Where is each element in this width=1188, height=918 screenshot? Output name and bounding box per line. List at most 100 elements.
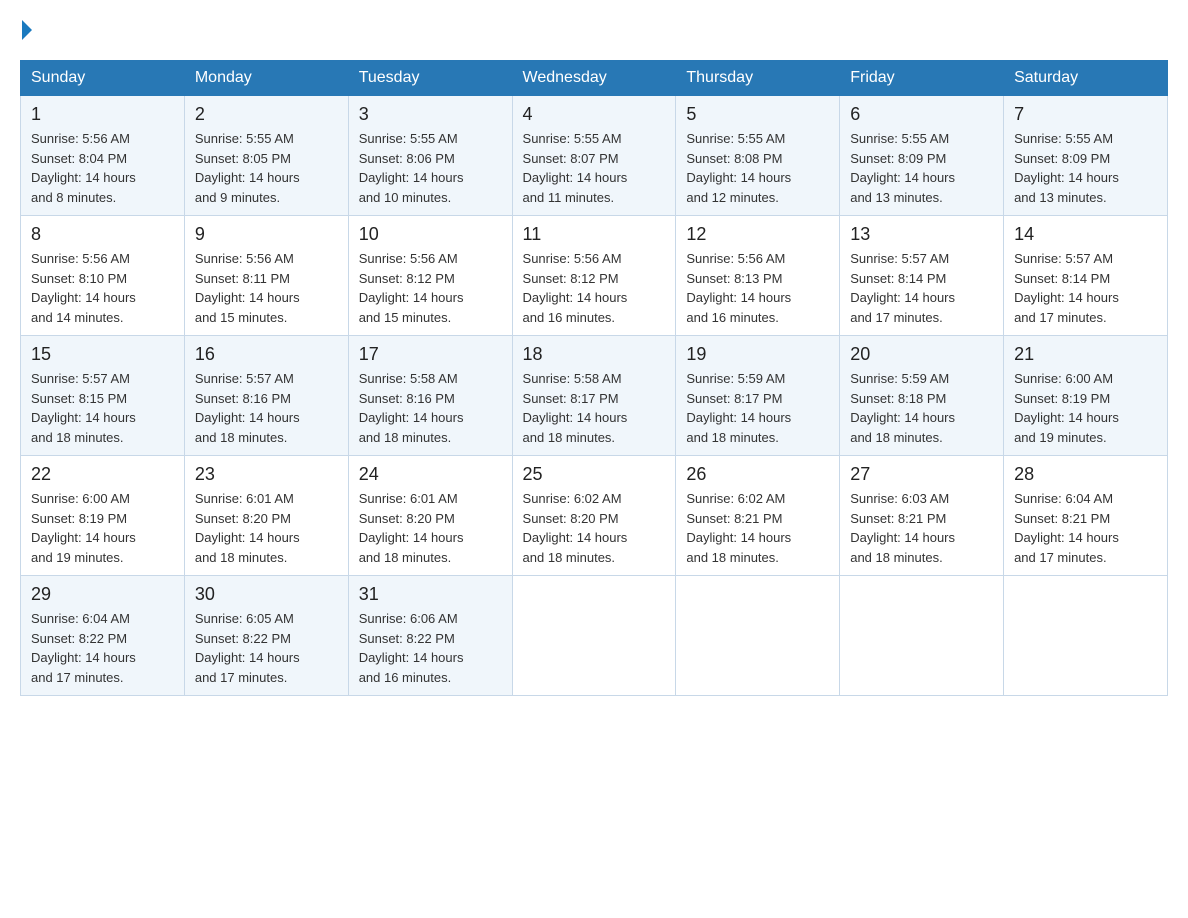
calendar-cell: 4 Sunrise: 5:55 AM Sunset: 8:07 PM Dayli… [512, 96, 676, 216]
calendar-cell: 17 Sunrise: 5:58 AM Sunset: 8:16 PM Dayl… [348, 336, 512, 456]
calendar-cell: 10 Sunrise: 5:56 AM Sunset: 8:12 PM Dayl… [348, 216, 512, 336]
calendar-cell: 2 Sunrise: 5:55 AM Sunset: 8:05 PM Dayli… [184, 96, 348, 216]
column-header-monday: Monday [184, 61, 348, 96]
day-number: 25 [523, 464, 666, 485]
day-number: 15 [31, 344, 174, 365]
calendar-cell: 27 Sunrise: 6:03 AM Sunset: 8:21 PM Dayl… [840, 456, 1004, 576]
day-number: 21 [1014, 344, 1157, 365]
day-info: Sunrise: 5:55 AM Sunset: 8:07 PM Dayligh… [523, 129, 666, 207]
day-number: 31 [359, 584, 502, 605]
day-number: 23 [195, 464, 338, 485]
calendar-cell: 12 Sunrise: 5:56 AM Sunset: 8:13 PM Dayl… [676, 216, 840, 336]
day-number: 9 [195, 224, 338, 245]
day-info: Sunrise: 6:04 AM Sunset: 8:22 PM Dayligh… [31, 609, 174, 687]
day-info: Sunrise: 5:55 AM Sunset: 8:09 PM Dayligh… [850, 129, 993, 207]
day-number: 29 [31, 584, 174, 605]
day-info: Sunrise: 5:57 AM Sunset: 8:16 PM Dayligh… [195, 369, 338, 447]
day-number: 27 [850, 464, 993, 485]
calendar-cell: 25 Sunrise: 6:02 AM Sunset: 8:20 PM Dayl… [512, 456, 676, 576]
day-number: 12 [686, 224, 829, 245]
calendar-cell: 7 Sunrise: 5:55 AM Sunset: 8:09 PM Dayli… [1004, 96, 1168, 216]
day-number: 20 [850, 344, 993, 365]
day-info: Sunrise: 5:58 AM Sunset: 8:17 PM Dayligh… [523, 369, 666, 447]
calendar-cell: 31 Sunrise: 6:06 AM Sunset: 8:22 PM Dayl… [348, 576, 512, 696]
calendar-cell: 19 Sunrise: 5:59 AM Sunset: 8:17 PM Dayl… [676, 336, 840, 456]
column-header-thursday: Thursday [676, 61, 840, 96]
calendar-cell: 22 Sunrise: 6:00 AM Sunset: 8:19 PM Dayl… [21, 456, 185, 576]
calendar-cell: 9 Sunrise: 5:56 AM Sunset: 8:11 PM Dayli… [184, 216, 348, 336]
day-number: 7 [1014, 104, 1157, 125]
calendar-cell: 29 Sunrise: 6:04 AM Sunset: 8:22 PM Dayl… [21, 576, 185, 696]
day-number: 18 [523, 344, 666, 365]
calendar-cell [840, 576, 1004, 696]
day-number: 1 [31, 104, 174, 125]
calendar-cell: 30 Sunrise: 6:05 AM Sunset: 8:22 PM Dayl… [184, 576, 348, 696]
day-number: 26 [686, 464, 829, 485]
day-info: Sunrise: 5:56 AM Sunset: 8:10 PM Dayligh… [31, 249, 174, 327]
day-info: Sunrise: 6:00 AM Sunset: 8:19 PM Dayligh… [31, 489, 174, 567]
day-number: 17 [359, 344, 502, 365]
day-info: Sunrise: 5:56 AM Sunset: 8:11 PM Dayligh… [195, 249, 338, 327]
day-info: Sunrise: 6:01 AM Sunset: 8:20 PM Dayligh… [195, 489, 338, 567]
logo-arrow-icon [22, 20, 32, 40]
calendar-cell: 20 Sunrise: 5:59 AM Sunset: 8:18 PM Dayl… [840, 336, 1004, 456]
day-number: 3 [359, 104, 502, 125]
day-number: 13 [850, 224, 993, 245]
day-number: 4 [523, 104, 666, 125]
day-info: Sunrise: 6:00 AM Sunset: 8:19 PM Dayligh… [1014, 369, 1157, 447]
calendar-cell: 21 Sunrise: 6:00 AM Sunset: 8:19 PM Dayl… [1004, 336, 1168, 456]
calendar-cell: 6 Sunrise: 5:55 AM Sunset: 8:09 PM Dayli… [840, 96, 1004, 216]
day-info: Sunrise: 5:59 AM Sunset: 8:18 PM Dayligh… [850, 369, 993, 447]
day-number: 14 [1014, 224, 1157, 245]
day-info: Sunrise: 5:55 AM Sunset: 8:06 PM Dayligh… [359, 129, 502, 207]
column-header-saturday: Saturday [1004, 61, 1168, 96]
day-number: 16 [195, 344, 338, 365]
calendar-cell: 5 Sunrise: 5:55 AM Sunset: 8:08 PM Dayli… [676, 96, 840, 216]
day-info: Sunrise: 5:59 AM Sunset: 8:17 PM Dayligh… [686, 369, 829, 447]
day-info: Sunrise: 5:56 AM Sunset: 8:13 PM Dayligh… [686, 249, 829, 327]
calendar-cell: 14 Sunrise: 5:57 AM Sunset: 8:14 PM Dayl… [1004, 216, 1168, 336]
day-number: 24 [359, 464, 502, 485]
day-info: Sunrise: 5:57 AM Sunset: 8:14 PM Dayligh… [850, 249, 993, 327]
day-number: 19 [686, 344, 829, 365]
day-info: Sunrise: 6:02 AM Sunset: 8:21 PM Dayligh… [686, 489, 829, 567]
calendar-cell [1004, 576, 1168, 696]
day-number: 8 [31, 224, 174, 245]
calendar-cell: 13 Sunrise: 5:57 AM Sunset: 8:14 PM Dayl… [840, 216, 1004, 336]
day-number: 28 [1014, 464, 1157, 485]
calendar-cell: 3 Sunrise: 5:55 AM Sunset: 8:06 PM Dayli… [348, 96, 512, 216]
day-info: Sunrise: 5:55 AM Sunset: 8:08 PM Dayligh… [686, 129, 829, 207]
day-number: 10 [359, 224, 502, 245]
calendar-cell: 23 Sunrise: 6:01 AM Sunset: 8:20 PM Dayl… [184, 456, 348, 576]
calendar-cell: 24 Sunrise: 6:01 AM Sunset: 8:20 PM Dayl… [348, 456, 512, 576]
page-header [20, 20, 1168, 40]
calendar-cell: 28 Sunrise: 6:04 AM Sunset: 8:21 PM Dayl… [1004, 456, 1168, 576]
calendar-cell: 11 Sunrise: 5:56 AM Sunset: 8:12 PM Dayl… [512, 216, 676, 336]
day-info: Sunrise: 6:03 AM Sunset: 8:21 PM Dayligh… [850, 489, 993, 567]
logo [20, 20, 34, 40]
day-number: 22 [31, 464, 174, 485]
column-header-tuesday: Tuesday [348, 61, 512, 96]
day-number: 5 [686, 104, 829, 125]
day-number: 30 [195, 584, 338, 605]
day-info: Sunrise: 5:57 AM Sunset: 8:15 PM Dayligh… [31, 369, 174, 447]
day-number: 11 [523, 224, 666, 245]
column-header-sunday: Sunday [21, 61, 185, 96]
calendar-cell [512, 576, 676, 696]
calendar-cell: 18 Sunrise: 5:58 AM Sunset: 8:17 PM Dayl… [512, 336, 676, 456]
day-info: Sunrise: 6:06 AM Sunset: 8:22 PM Dayligh… [359, 609, 502, 687]
column-header-wednesday: Wednesday [512, 61, 676, 96]
calendar-cell: 8 Sunrise: 5:56 AM Sunset: 8:10 PM Dayli… [21, 216, 185, 336]
day-info: Sunrise: 5:56 AM Sunset: 8:04 PM Dayligh… [31, 129, 174, 207]
day-info: Sunrise: 5:55 AM Sunset: 8:09 PM Dayligh… [1014, 129, 1157, 207]
column-header-friday: Friday [840, 61, 1004, 96]
day-info: Sunrise: 6:04 AM Sunset: 8:21 PM Dayligh… [1014, 489, 1157, 567]
day-info: Sunrise: 5:57 AM Sunset: 8:14 PM Dayligh… [1014, 249, 1157, 327]
calendar-cell: 26 Sunrise: 6:02 AM Sunset: 8:21 PM Dayl… [676, 456, 840, 576]
day-number: 6 [850, 104, 993, 125]
day-number: 2 [195, 104, 338, 125]
day-info: Sunrise: 5:56 AM Sunset: 8:12 PM Dayligh… [359, 249, 502, 327]
calendar-table: SundayMondayTuesdayWednesdayThursdayFrid… [20, 60, 1168, 696]
day-info: Sunrise: 5:56 AM Sunset: 8:12 PM Dayligh… [523, 249, 666, 327]
day-info: Sunrise: 5:55 AM Sunset: 8:05 PM Dayligh… [195, 129, 338, 207]
